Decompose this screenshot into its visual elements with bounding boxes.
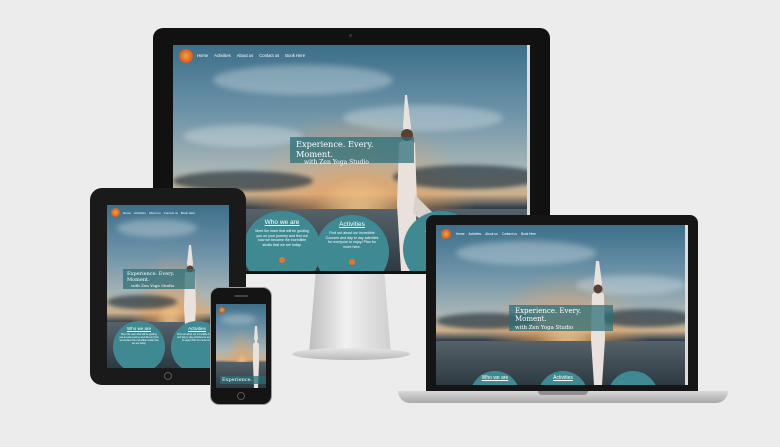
nav-activities[interactable]: Activities [214, 53, 231, 58]
phone-logo[interactable] [219, 307, 225, 313]
phone-speaker [234, 295, 248, 297]
laptop-device: Home Activities About us Contact us Book… [426, 215, 698, 393]
laptop-logo[interactable] [441, 229, 451, 239]
nav-contact[interactable]: Contact us [259, 53, 279, 58]
laptop-nav-book[interactable]: Book Here [521, 232, 536, 236]
laptop-nav-activities[interactable]: Activities [469, 232, 482, 236]
tablet-home-button[interactable] [164, 372, 172, 380]
laptop-screen: Home Activities About us Contact us Book… [436, 225, 688, 385]
tablet-hero-subtitle: with Zen Yoga Studio [131, 283, 175, 288]
tablet-nav-contact[interactable]: Contact us [164, 211, 178, 215]
phone-home-button[interactable] [237, 392, 245, 400]
tablet-logo[interactable] [111, 208, 120, 217]
laptop-hero-title: Experience. Every. Moment. [515, 307, 582, 323]
tablet-nav-book[interactable]: Book Here [181, 211, 195, 215]
desktop-hero-box: Experience. Every. Moment. with Zen Yoga… [290, 137, 414, 166]
hero-subtitle: with Zen Yoga Studio [304, 159, 369, 166]
nav-about[interactable]: About us [237, 53, 254, 58]
tablet-nav: Home Activities About us Contact us Book… [123, 211, 201, 215]
hero-title: Experience. Every. Moment. [296, 139, 374, 159]
activities-text: Find out about our incredible Courses an… [325, 231, 379, 249]
laptop-hero-box: Experience. Every. Moment. with Zen Yoga… [509, 305, 613, 331]
activities-arrow-icon[interactable] [349, 259, 355, 266]
laptop-scrollbar[interactable] [685, 225, 688, 385]
studio-logo[interactable] [179, 49, 193, 63]
laptop-nav-about[interactable]: About us [485, 232, 498, 236]
tablet-who-text: Meet the team that will be guiding you o… [119, 333, 159, 345]
phone-screen: Experience. [216, 304, 266, 388]
monitor-base [292, 348, 410, 360]
who-text: Meet the team that will be guiding you o… [255, 229, 309, 247]
nav-book[interactable]: Book Here [285, 53, 305, 58]
desktop-nav: Home Activities About us Contact us Book… [197, 53, 311, 58]
tablet-hero-box: Experience. Every. Moment. with Zen Yoga… [123, 269, 195, 289]
laptop-notch [538, 391, 588, 395]
tablet-nav-about[interactable]: About us [149, 211, 161, 215]
laptop-nav-contact[interactable]: Contact us [502, 232, 517, 236]
monitor-camera [349, 34, 352, 37]
tablet-who-circle[interactable]: Who we are Meet the team that will be gu… [113, 321, 165, 368]
tablet-nav-home[interactable]: Home [123, 211, 131, 215]
nav-home[interactable]: Home [197, 53, 208, 58]
tablet-hero-title: Experience. Every. Moment. [127, 271, 175, 283]
tablet-nav-activities[interactable]: Activities [134, 211, 146, 215]
phone-hero-line: Experience. [220, 376, 266, 384]
phone-device: Experience. [210, 287, 272, 405]
who-arrow-icon[interactable] [279, 257, 285, 264]
monitor-stand [309, 274, 391, 354]
laptop-nav-home[interactable]: Home [456, 232, 465, 236]
laptop-hero-subtitle: with Zen Yoga Studio [515, 325, 574, 331]
laptop-nav: Home Activities About us Contact us Book… [456, 232, 542, 236]
